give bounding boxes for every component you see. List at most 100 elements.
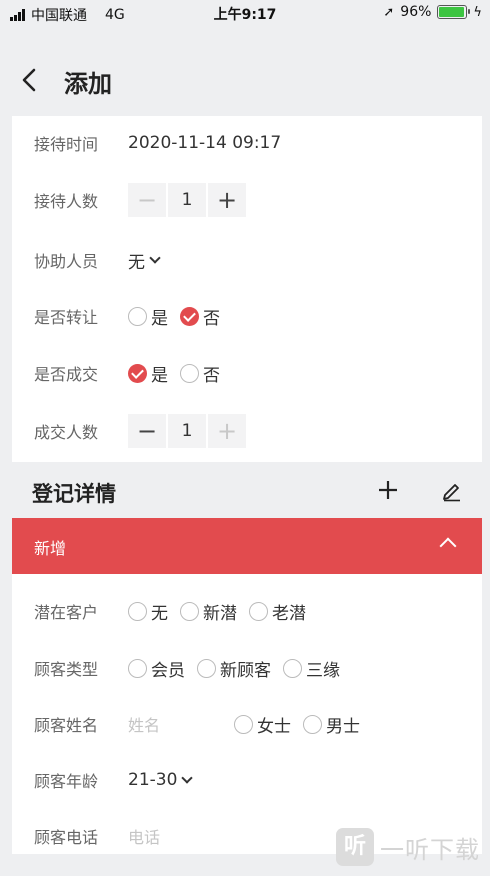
potential-new-label: 新潜	[203, 603, 237, 624]
transfer-yes-radio[interactable]: 是	[128, 304, 168, 329]
gender-female-radio[interactable]: 女士	[234, 712, 291, 737]
potential-old-radio[interactable]: 老潜	[249, 599, 306, 624]
chevron-up-icon	[439, 537, 457, 555]
customer-age-dropdown[interactable]: 21-30	[128, 770, 194, 790]
transfer-no-label: 否	[203, 308, 220, 329]
potential-none-label: 无	[151, 603, 168, 624]
status-bar: 中国联通 4G 上午9:17 ➚ 96% ϟ	[0, 0, 490, 30]
transfer-yes-label: 是	[151, 308, 168, 329]
customer-type-row: 顾客类型 会员 新顾客 三缘	[12, 648, 482, 688]
watermark-text: 一听下载	[380, 835, 480, 864]
chevron-down-icon	[181, 771, 194, 784]
battery-icon	[437, 5, 471, 19]
reception-count-label: 接待人数	[34, 192, 99, 211]
potential-label: 潜在客户	[34, 603, 99, 622]
decrement-button[interactable]: −	[128, 414, 166, 448]
potential-row: 潜在客户 无 新潜 老潜	[12, 591, 482, 631]
customer-age-value: 21-30	[128, 770, 178, 790]
reception-time-row: 接待时间 2020-11-14 09:17	[12, 123, 482, 163]
potential-old-label: 老潜	[272, 603, 306, 624]
decrement-button[interactable]: −	[128, 183, 166, 217]
radio-unchecked-icon	[283, 658, 302, 678]
assistant-row: 协助人员 无	[12, 240, 482, 280]
deal-no-label: 否	[203, 365, 220, 386]
deal-no-radio[interactable]: 否	[180, 361, 220, 386]
customer-name-row: 顾客姓名 姓名 女士 男士	[12, 704, 482, 744]
radio-unchecked-icon	[128, 306, 147, 326]
deal-count-row: 成交人数 − 1 +	[12, 411, 482, 451]
type-member-label: 会员	[151, 660, 185, 681]
reception-count-row: 接待人数 − 1 +	[12, 180, 482, 220]
chevron-left-icon	[22, 68, 36, 92]
deal-yes-radio[interactable]: 是	[128, 361, 168, 386]
customer-type-radio-group: 会员 新顾客 三缘	[128, 656, 352, 681]
radio-checked-icon	[180, 306, 199, 326]
transfer-radio-group: 是 否	[128, 304, 232, 329]
back-button[interactable]	[16, 62, 46, 98]
type-member-radio[interactable]: 会员	[128, 656, 185, 681]
nav-bar: 添加	[0, 56, 490, 108]
increment-button[interactable]: +	[208, 183, 246, 217]
transfer-label: 是否转让	[34, 308, 99, 327]
add-icon[interactable]	[376, 476, 400, 504]
gender-male-radio[interactable]: 男士	[303, 712, 360, 737]
customer-age-row: 顾客年龄 21-30	[12, 760, 482, 800]
radio-unchecked-icon	[180, 601, 199, 621]
section-title: 登记详情	[32, 482, 116, 506]
chevron-down-icon	[149, 251, 161, 264]
reception-count-stepper: − 1 +	[128, 183, 246, 217]
increment-button[interactable]: +	[208, 414, 246, 448]
new-entry-label: 新增	[34, 539, 67, 558]
deal-radio-group: 是 否	[128, 361, 232, 386]
deal-count-label: 成交人数	[34, 423, 99, 442]
location-icon: ➚	[383, 4, 395, 20]
deal-row: 是否成交 是 否	[12, 353, 482, 393]
potential-none-radio[interactable]: 无	[128, 599, 168, 624]
gender-female-label: 女士	[257, 716, 291, 737]
watermark-logo-icon: 听	[336, 828, 374, 866]
deal-label: 是否成交	[34, 365, 99, 384]
customer-phone-label: 顾客电话	[34, 828, 99, 847]
deal-yes-label: 是	[151, 365, 168, 386]
deal-count-stepper: − 1 +	[128, 414, 246, 448]
charging-icon: ϟ	[473, 4, 482, 20]
reception-time-label: 接待时间	[34, 135, 99, 154]
deal-count-value[interactable]: 1	[168, 414, 206, 448]
gender-male-label: 男士	[326, 716, 360, 737]
register-details-header: 登记详情	[12, 466, 482, 518]
new-entry-panel-header[interactable]: 新增	[12, 518, 482, 574]
battery-percent: 96%	[400, 4, 432, 20]
radio-unchecked-icon	[128, 658, 147, 678]
radio-unchecked-icon	[303, 714, 322, 734]
radio-unchecked-icon	[249, 601, 268, 621]
page-title: 添加	[64, 70, 112, 98]
type-sanyuan-label: 三缘	[306, 660, 340, 681]
gender-radio-group: 女士 男士	[234, 712, 372, 737]
customer-phone-input[interactable]: 电话	[128, 824, 160, 848]
radio-unchecked-icon	[180, 363, 199, 383]
customer-type-label: 顾客类型	[34, 660, 99, 679]
watermark: 听 一听下载	[336, 828, 480, 866]
potential-new-radio[interactable]: 新潜	[180, 599, 237, 624]
reception-count-value[interactable]: 1	[168, 183, 206, 217]
customer-age-label: 顾客年龄	[34, 772, 99, 791]
assistant-dropdown[interactable]: 无	[128, 248, 161, 273]
edit-icon[interactable]	[440, 478, 464, 502]
radio-unchecked-icon	[128, 601, 147, 621]
type-sanyuan-radio[interactable]: 三缘	[283, 656, 340, 681]
transfer-no-radio[interactable]: 否	[180, 304, 220, 329]
customer-name-input[interactable]: 姓名	[128, 712, 160, 736]
type-new-label: 新顾客	[220, 660, 271, 681]
potential-radio-group: 无 新潜 老潜	[128, 599, 318, 624]
transfer-row: 是否转让 是 否	[12, 296, 482, 336]
radio-unchecked-icon	[234, 714, 253, 734]
radio-unchecked-icon	[197, 658, 216, 678]
assistant-value: 无	[128, 252, 145, 273]
type-new-radio[interactable]: 新顾客	[197, 656, 271, 681]
reception-form: 接待时间 2020-11-14 09:17 接待人数 − 1 + 协助人员 无 …	[12, 116, 482, 462]
radio-checked-icon	[128, 363, 147, 383]
customer-detail-form: 潜在客户 无 新潜 老潜 顾客类型 会员 新顾客 三缘 顾客姓名 姓名 女士 男…	[12, 574, 482, 854]
customer-name-label: 顾客姓名	[34, 716, 99, 735]
assistant-label: 协助人员	[34, 252, 99, 271]
reception-time-value[interactable]: 2020-11-14 09:17	[128, 133, 281, 153]
